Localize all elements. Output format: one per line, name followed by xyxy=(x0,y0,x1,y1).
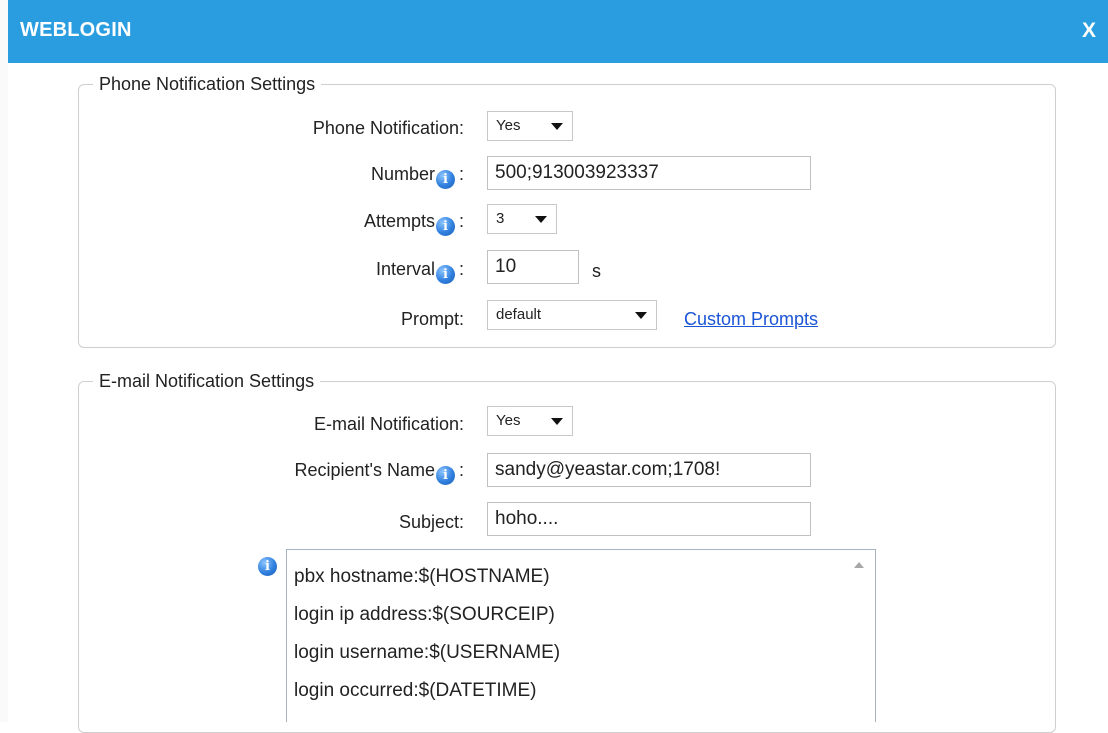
attempts-label-text: Attempts xyxy=(363,211,435,231)
interval-label: Interval i: xyxy=(376,259,464,284)
prompt-label: Prompt: xyxy=(400,309,464,329)
email-body-line: login occurred:$(DATETIME) xyxy=(294,680,537,701)
prompt-value: default xyxy=(496,306,542,323)
email-body-textarea[interactable]: pbx hostname:$(HOSTNAME) login ip addres… xyxy=(286,549,876,723)
chevron-down-icon xyxy=(535,216,547,223)
number-label: Number i: xyxy=(371,164,464,189)
scroll-up-arrow-icon[interactable] xyxy=(854,562,864,568)
info-icon[interactable]: i xyxy=(435,170,455,189)
prompt-select[interactable]: default xyxy=(487,300,657,330)
interval-unit: s xyxy=(592,261,601,281)
recipient-name-input[interactable]: sandy@yeastar.com;1708! xyxy=(487,453,811,487)
chevron-down-icon xyxy=(551,123,563,130)
info-icon[interactable]: i xyxy=(435,466,455,485)
recipient-colon: : xyxy=(458,460,464,480)
textarea-scrollbar[interactable] xyxy=(844,550,875,723)
subject-input[interactable]: hoho.... xyxy=(487,502,811,536)
number-input[interactable]: 500;913003923337 xyxy=(487,156,811,190)
phone-notification-value: Yes xyxy=(496,117,521,134)
info-icon[interactable]: i xyxy=(258,557,277,576)
weblogin-dialog: WEBLOGIN X Phone Notification Settings P… xyxy=(8,0,1108,733)
attempts-select[interactable]: 3 xyxy=(487,204,557,234)
email-notification-value: Yes xyxy=(496,412,521,429)
email-body-lines: pbx hostname:$(HOSTNAME) login ip addres… xyxy=(294,558,560,710)
email-body-line: login ip address:$(SOURCEIP) xyxy=(294,604,555,625)
number-colon: : xyxy=(458,164,464,184)
phone-notification-select[interactable]: Yes xyxy=(487,111,573,141)
chevron-down-icon xyxy=(551,418,563,425)
phone-settings-legend: Phone Notification Settings xyxy=(99,74,316,94)
number-label-text: Number xyxy=(370,164,435,184)
attempts-colon: : xyxy=(458,211,464,231)
attempts-value: 3 xyxy=(496,210,505,227)
info-icon[interactable]: i xyxy=(435,265,455,284)
info-icon[interactable]: i xyxy=(435,217,455,236)
email-body-line: login username:$(USERNAME) xyxy=(294,642,561,663)
email-settings-legend: E-mail Notification Settings xyxy=(99,371,315,391)
email-notification-label: E-mail Notification: xyxy=(313,414,464,434)
interval-colon: : xyxy=(458,259,464,279)
interval-input[interactable]: 10 xyxy=(487,250,579,284)
subject-label: Subject: xyxy=(398,512,464,532)
recipient-label-text: Recipient's Name xyxy=(294,460,435,480)
dialog-titlebar: WEBLOGIN X xyxy=(8,0,1108,63)
attempts-label: Attempts i: xyxy=(364,211,464,236)
dialog-title: WEBLOGIN xyxy=(20,19,132,41)
phone-notification-label: Phone Notification: xyxy=(312,118,464,138)
chevron-down-icon xyxy=(635,312,647,319)
interval-label-text: Interval xyxy=(375,259,435,279)
custom-prompts-link[interactable]: Custom Prompts xyxy=(684,309,818,330)
email-notification-select[interactable]: Yes xyxy=(487,406,573,436)
close-button[interactable]: X xyxy=(1082,19,1096,43)
email-body-line: pbx hostname:$(HOSTNAME) xyxy=(294,566,550,587)
recipient-name-label: Recipient's Name i: xyxy=(294,460,464,485)
